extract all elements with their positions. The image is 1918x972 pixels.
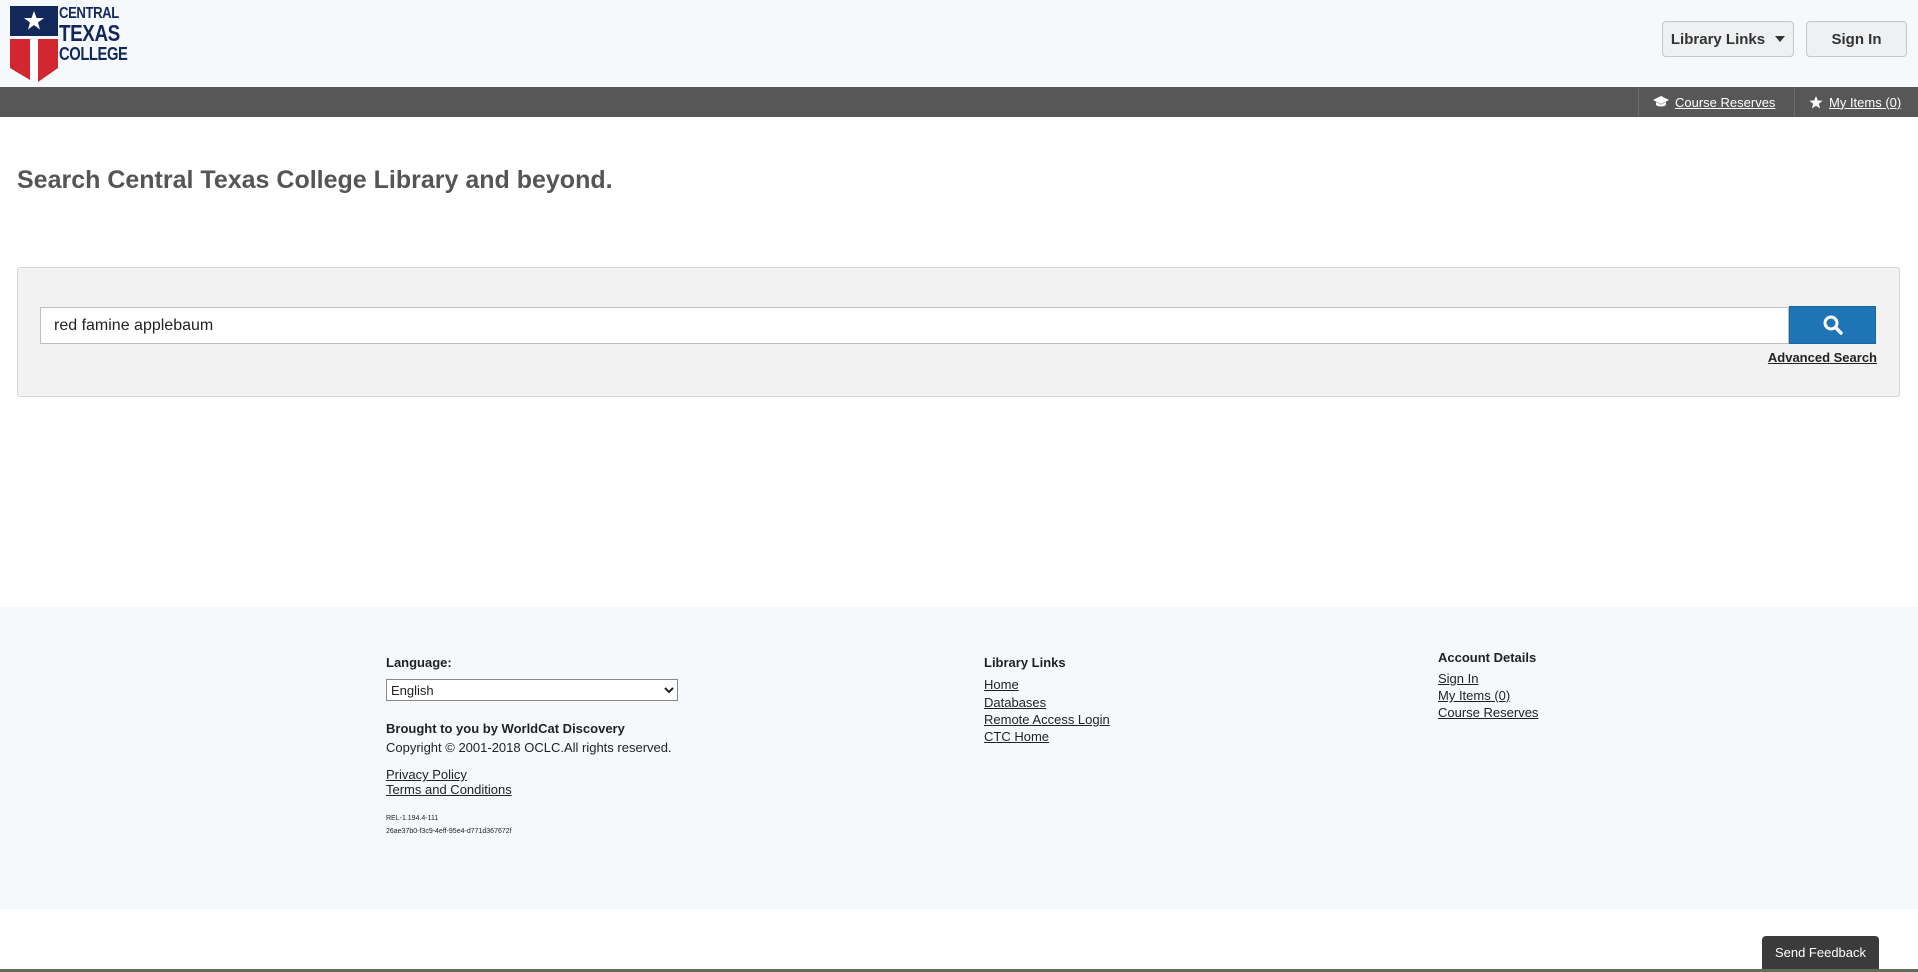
footer-link-ctc-home[interactable]: CTC Home xyxy=(984,729,1049,744)
footer-link-databases[interactable]: Databases xyxy=(984,695,1046,710)
privacy-policy-link[interactable]: Privacy Policy xyxy=(386,767,467,782)
logo-line-2: TEXAS xyxy=(59,20,120,46)
terms-link[interactable]: Terms and Conditions xyxy=(386,782,512,797)
site-header: CENTRAL TEXAS COLLEGE Library Links Sign… xyxy=(0,0,1918,87)
utility-navbar: Course Reserves My Items (0) xyxy=(0,87,1918,117)
library-links-button[interactable]: Library Links xyxy=(1662,21,1794,57)
page-title: Search Central Texas College Library and… xyxy=(17,166,613,194)
copyright-text: Copyright © 2001-2018 OCLC.All rights re… xyxy=(386,740,672,755)
search-icon xyxy=(1823,315,1843,335)
library-links-label: Library Links xyxy=(1670,30,1766,48)
search-input[interactable] xyxy=(40,307,1789,344)
nav-my-items[interactable]: My Items (0) xyxy=(1794,87,1918,117)
footer-link-my-items[interactable]: My Items (0) xyxy=(1438,688,1510,703)
account-details-heading: Account Details xyxy=(1438,650,1537,665)
graduation-cap-icon xyxy=(1653,96,1669,107)
my-items-link[interactable]: My Items (0) xyxy=(1829,95,1901,110)
search-panel: Advanced Search xyxy=(17,267,1900,397)
logo-wordmark: CENTRAL TEXAS COLLEGE xyxy=(59,6,143,64)
release-version: REL-1.194.4-111 xyxy=(386,815,439,822)
footer-link-remote-access[interactable]: Remote Access Login xyxy=(984,712,1110,727)
star-icon xyxy=(1809,95,1823,108)
build-id: 26ae37b0-f3c9-4eff-95e4-d771d367672f xyxy=(386,828,512,835)
language-label: Language: xyxy=(386,655,452,670)
search-button[interactable] xyxy=(1789,306,1876,344)
nav-course-reserves[interactable]: Course Reserves xyxy=(1638,87,1793,117)
advanced-search-link[interactable]: Advanced Search xyxy=(1768,350,1877,365)
footer-link-home[interactable]: Home xyxy=(984,677,1019,692)
send-feedback-button[interactable]: Send Feedback xyxy=(1762,936,1879,969)
logo-line-3: COLLEGE xyxy=(59,44,128,64)
brought-by-text: Brought to you by WorldCat Discovery xyxy=(386,721,625,736)
caret-down-icon xyxy=(1775,36,1786,42)
course-reserves-link[interactable]: Course Reserves xyxy=(1675,95,1775,110)
library-links-heading: Library Links xyxy=(984,655,1066,670)
footer-link-course-reserves[interactable]: Course Reserves xyxy=(1438,705,1538,720)
site-footer: Language: English Brought to you by Worl… xyxy=(0,607,1918,909)
sign-in-label: Sign In xyxy=(1831,30,1882,48)
sign-in-button[interactable]: Sign In xyxy=(1806,21,1907,57)
footer-link-sign-in[interactable]: Sign In xyxy=(1438,671,1478,686)
language-select[interactable]: English xyxy=(386,679,678,701)
